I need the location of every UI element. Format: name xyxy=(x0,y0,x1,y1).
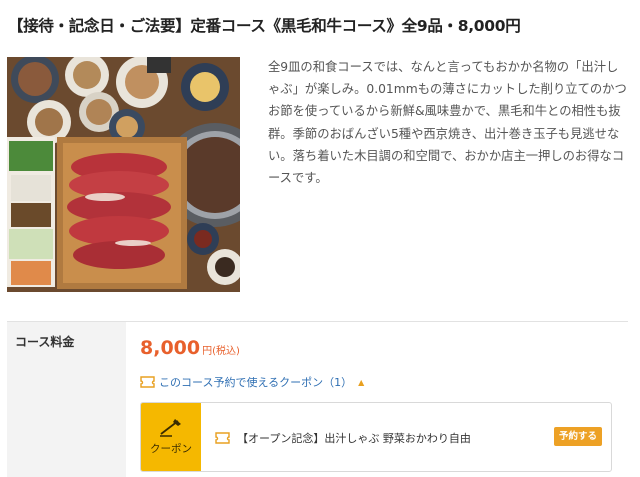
coupon-ticket-icon xyxy=(140,376,155,388)
price-label: コース料金 xyxy=(15,335,75,349)
course-title: 【接待・記念日・ご法要】定番コース《黒毛和牛コース》全9品・8,000円 xyxy=(8,17,521,35)
price-amount: 8,000 xyxy=(140,337,201,359)
coupon-card[interactable]: クーポン 【オープン記念】出汁しゃぶ 野菜おかわり自由 予約する xyxy=(140,402,612,472)
price-label-column: コース料金 xyxy=(7,322,126,477)
caret-up-icon: ▲ xyxy=(358,377,365,387)
coupon-ticket-icon xyxy=(215,432,230,444)
course-price-section: コース料金 8,000 円(税込) このコース予約で使えるクーポン（1） ▲ クー… xyxy=(7,321,628,477)
coupon-toggle-link[interactable]: このコース予約で使えるクーポン（1） ▲ xyxy=(140,374,364,390)
reserve-button[interactable]: 予約する xyxy=(554,427,602,446)
course-description: 全9皿の和食コースでは、なんと言ってもおかか名物の「出汁しゃぶ」が楽しみ。0.0… xyxy=(268,60,627,186)
price-value: 8,000 円(税込) xyxy=(140,337,240,359)
course-photo-illustration xyxy=(7,57,240,292)
course-photo xyxy=(7,57,240,292)
coupon-badge-label: クーポン xyxy=(150,443,192,455)
coupon-name: 【オープン記念】出汁しゃぶ 野菜おかわり自由 xyxy=(237,432,471,445)
price-tax-note: (税込) xyxy=(212,346,240,357)
price-unit: 円 xyxy=(202,346,213,357)
coupon-badge: クーポン xyxy=(141,403,201,471)
coupon-toggle-label[interactable]: このコース予約で使えるクーポン（1） xyxy=(159,374,352,390)
pen-ticket-icon xyxy=(160,419,181,437)
